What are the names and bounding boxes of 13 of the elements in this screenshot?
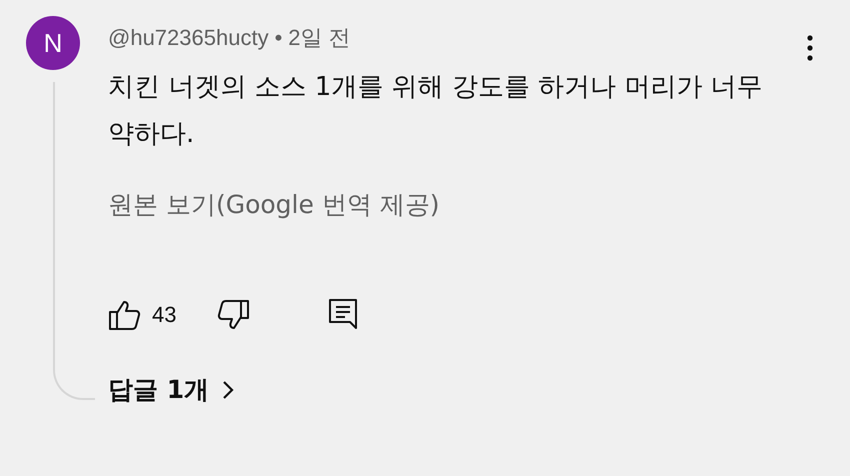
translation-link[interactable]: 원본 보기(Google 번역 제공) xyxy=(108,188,790,221)
separator-dot: • xyxy=(274,25,282,51)
chevron-icon xyxy=(221,378,236,400)
avatar[interactable]: N xyxy=(26,16,80,70)
comment-icon[interactable] xyxy=(328,298,358,332)
more-options-icon[interactable] xyxy=(806,34,814,62)
comment-time: 2일 전 xyxy=(288,24,351,52)
like-count: 43 xyxy=(152,302,176,328)
comment-text: 치킨 너겟의 소스 1개를 위해 강도를 하거나 머리가 너무 약하다. xyxy=(108,71,764,151)
author-name[interactable]: @hu72365hucty xyxy=(108,25,269,51)
thumbs-down-icon[interactable] xyxy=(216,299,250,331)
replies-link[interactable]: 답글 1개 xyxy=(108,373,790,406)
thumbs-up-icon[interactable] xyxy=(108,299,142,331)
